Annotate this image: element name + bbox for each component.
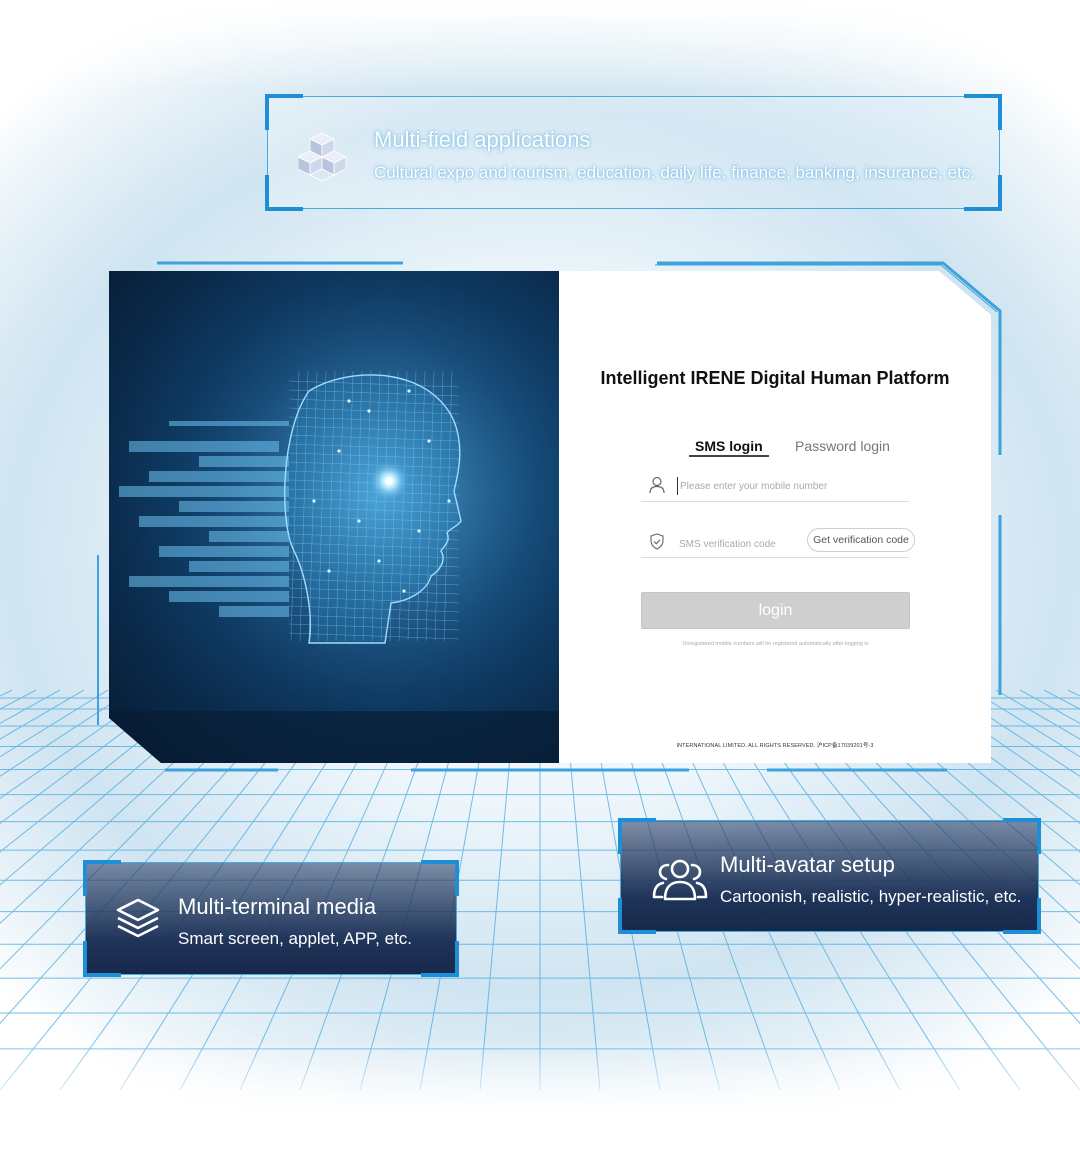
shield-check-icon [650, 533, 664, 550]
platform-title: Intelligent IRENE Digital Human Platform [600, 368, 950, 388]
users-icon [652, 859, 708, 901]
login-panel: Intelligent IRENE Digital Human Platform… [559, 271, 991, 763]
active-tab-indicator [689, 455, 769, 457]
cubes-icon [298, 132, 347, 182]
verification-code-field: Get verification code [641, 525, 915, 558]
login-button[interactable]: login [641, 592, 910, 629]
get-verification-code-button[interactable]: Get verification code [807, 528, 915, 552]
layers-icon [116, 898, 160, 938]
frame-corner [964, 94, 1002, 130]
frame-corner [618, 818, 656, 854]
top-fade [0, 0, 1080, 90]
phone-field [641, 471, 909, 502]
frame-corner [83, 941, 121, 977]
digital-human-hero-image [109, 271, 559, 763]
login-screen: Intelligent IRENE Digital Human Platform… [109, 271, 991, 763]
frame-corner [1003, 818, 1041, 854]
mobile-number-input[interactable] [677, 477, 897, 495]
tab-password-login[interactable]: Password login [795, 438, 890, 454]
frame-corner [83, 860, 121, 896]
frame-corner [265, 94, 303, 130]
feature-description: Cartoonish, realistic, hyper-realistic, … [720, 887, 1022, 906]
bottom-fade [0, 1040, 1080, 1149]
feature-card-avatar: Multi-avatar setup Cartoonish, realistic… [618, 818, 1041, 934]
frame-corner [618, 898, 656, 934]
wireframe-face-illustration [109, 271, 559, 763]
feature-title: Multi-avatar setup [720, 852, 895, 877]
registration-hint: Unregistered mobile numbers will be regi… [682, 641, 869, 647]
feature-title: Multi-terminal media [178, 894, 377, 919]
frame-corner [421, 860, 459, 896]
copyright-footer: INTERNATIONAL LIMITED. ALL RIGHTS RESERV… [676, 743, 874, 749]
frame-corner [421, 941, 459, 977]
feature-description: Smart screen, applet, APP, etc. [178, 929, 413, 948]
feature-card-applications: Multi-field applications Cultural expo a… [265, 94, 1002, 211]
user-icon [649, 476, 665, 494]
sms-code-input[interactable] [679, 535, 799, 553]
feature-title: Multi-field applications [374, 127, 591, 152]
feature-card-terminal: Multi-terminal media Smart screen, apple… [83, 860, 459, 977]
feature-description: Cultural expo and tourism, education, da… [374, 163, 976, 182]
